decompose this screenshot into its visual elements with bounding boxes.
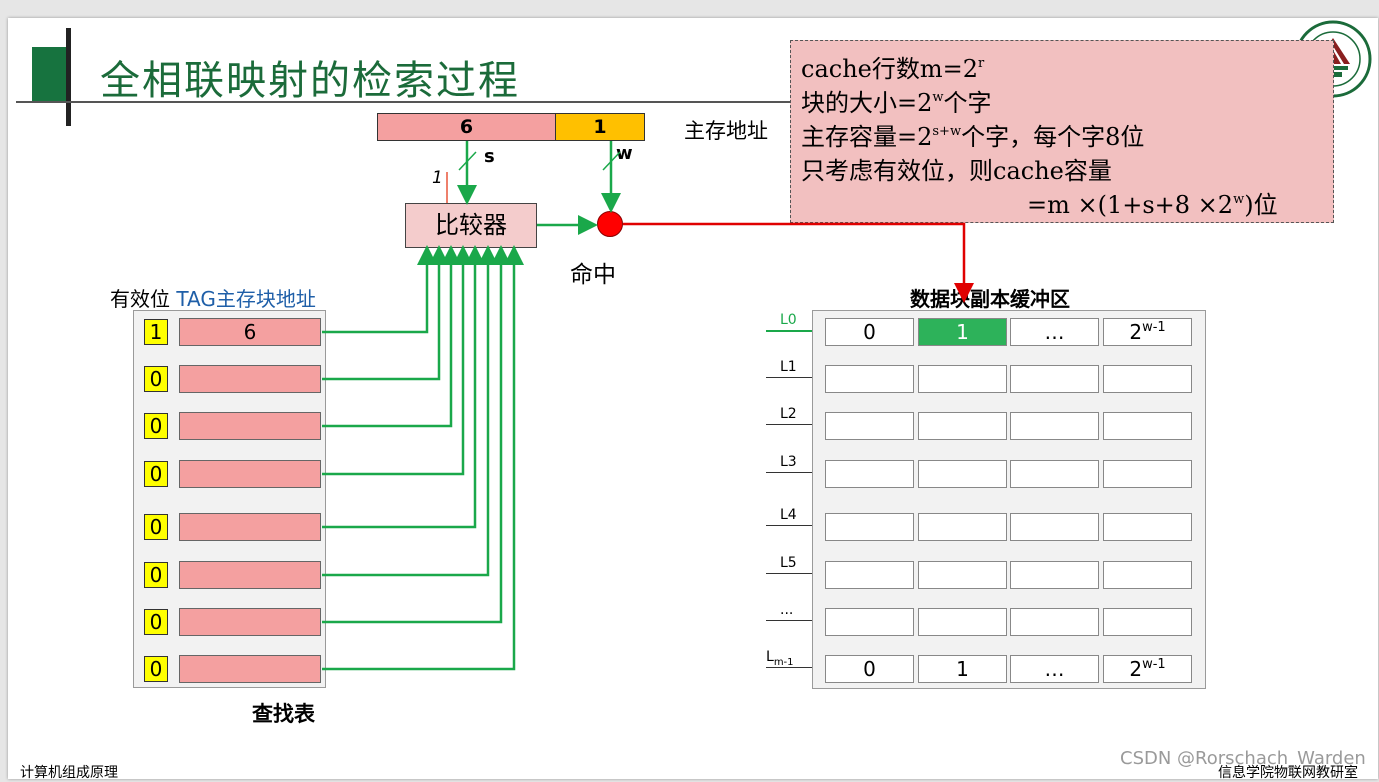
buffer-cell: … [1010, 655, 1099, 683]
buffer-cell [918, 412, 1007, 440]
buffer-cell [1103, 460, 1192, 488]
formula-line-rows: cache行数m=2r [801, 55, 985, 83]
buffer-cell [918, 561, 1007, 589]
cache-line-label: L5 [780, 555, 797, 571]
buffer-cell [918, 608, 1007, 636]
buffer-cell [1103, 608, 1192, 636]
buffer-cell: 1 [918, 655, 1007, 683]
buffer-cell: 0 [825, 318, 914, 346]
buffer-cell [1010, 460, 1099, 488]
s-bits-label: s [484, 146, 495, 167]
buffer-cell [825, 513, 914, 541]
buffer-cell [1103, 513, 1192, 541]
valid-bit-cell: 0 [144, 461, 168, 487]
valid-bit-cell: 0 [144, 413, 168, 439]
formula-line-block-size: 块的大小=2w个字 [801, 89, 992, 117]
buffer-cell: 1 [918, 318, 1007, 346]
buffer-cell [825, 412, 914, 440]
cache-line-tick [766, 525, 812, 526]
buffer-cell [825, 561, 914, 589]
cache-line-tick [766, 472, 812, 473]
valid-bit-cell: 0 [144, 656, 168, 682]
tag-cell [179, 412, 321, 440]
buffer-cell [1010, 365, 1099, 393]
buffer-cell [1010, 412, 1099, 440]
main-memory-address-label: 主存地址 [684, 119, 768, 143]
cache-line-label: L0 [780, 312, 797, 328]
buffer-cell: 2w-1 [1103, 655, 1192, 683]
hit-indicator [597, 211, 623, 237]
buffer-cell [1010, 608, 1099, 636]
buffer-cell [1010, 561, 1099, 589]
lookup-table-header: 有效位 TAG主存块地址 [110, 287, 316, 311]
footer-course-name: 计算机组成原理 [20, 765, 118, 781]
cache-line-label: L2 [780, 406, 797, 422]
valid-bit-cell: 0 [144, 609, 168, 635]
buffer-cell [825, 365, 914, 393]
cache-line-tick [766, 667, 812, 668]
address-word-field: 1 [555, 113, 645, 141]
buffer-cell: 2w-1 [1103, 318, 1192, 346]
w-bits-label: w [616, 143, 633, 164]
buffer-cell: 0 [825, 655, 914, 683]
lookup-table-caption: 查找表 [252, 702, 315, 726]
comparator: 比较器 [405, 203, 537, 248]
tag-cell [179, 655, 321, 683]
capacity-formula-box: cache行数m=2r 块的大小=2w个字 主存容量=2s+w个字，每个字8位 … [790, 40, 1334, 223]
valid-bit-cell: 1 [144, 319, 168, 345]
tag-cell [179, 561, 321, 589]
address-tag-field: 6 [377, 113, 556, 141]
buffer-cell [825, 608, 914, 636]
buffer-cell [1103, 561, 1192, 589]
buffer-cell [825, 460, 914, 488]
valid-bit-cell: 0 [144, 514, 168, 540]
cache-line-tick [766, 573, 812, 574]
cache-line-label: Lm-1 [766, 649, 794, 668]
valid-bit-cell: 0 [144, 366, 168, 392]
cache-line-label: L1 [780, 359, 797, 375]
cache-line-tick [766, 424, 812, 425]
tag-cell [179, 608, 321, 636]
cache-line-tick [766, 377, 812, 378]
buffer-cell [918, 513, 1007, 541]
title-accent-block [32, 47, 68, 102]
hit-label: 命中 [570, 262, 616, 288]
formula-line-cache-capacity: =m ×(1+s+8 ×2w)位 [1027, 191, 1278, 219]
formula-line-valid-bits: 只考虑有效位，则cache容量 [801, 157, 1112, 185]
cache-line-label: L3 [780, 454, 797, 470]
title-accent-bar [66, 28, 71, 126]
buffer-cell: … [1010, 318, 1099, 346]
tag-cell [179, 460, 321, 488]
data-buffer-title: 数据块副本缓冲区 [910, 287, 1070, 311]
watermark: CSDN @Rorschach_Warden [1120, 748, 1366, 769]
buffer-cell [1103, 412, 1192, 440]
cache-line-label: L4 [780, 507, 797, 523]
buffer-cell [918, 460, 1007, 488]
page-title: 全相联映射的检索过程 [100, 58, 520, 104]
cache-line-label: ... [780, 602, 794, 618]
buffer-cell [1010, 513, 1099, 541]
valid-bit-cell: 0 [144, 562, 168, 588]
buffer-cell [918, 365, 1007, 393]
tag-cell [179, 513, 321, 541]
formula-line-memory-capacity: 主存容量=2s+w个字，每个字8位 [801, 123, 1145, 151]
tag-cell [179, 365, 321, 393]
cache-line-tick [766, 330, 812, 332]
valid-bit-input-label: 1 [432, 168, 443, 188]
cache-line-tick [766, 620, 812, 621]
tag-cell: 6 [179, 318, 321, 346]
buffer-cell [1103, 365, 1192, 393]
